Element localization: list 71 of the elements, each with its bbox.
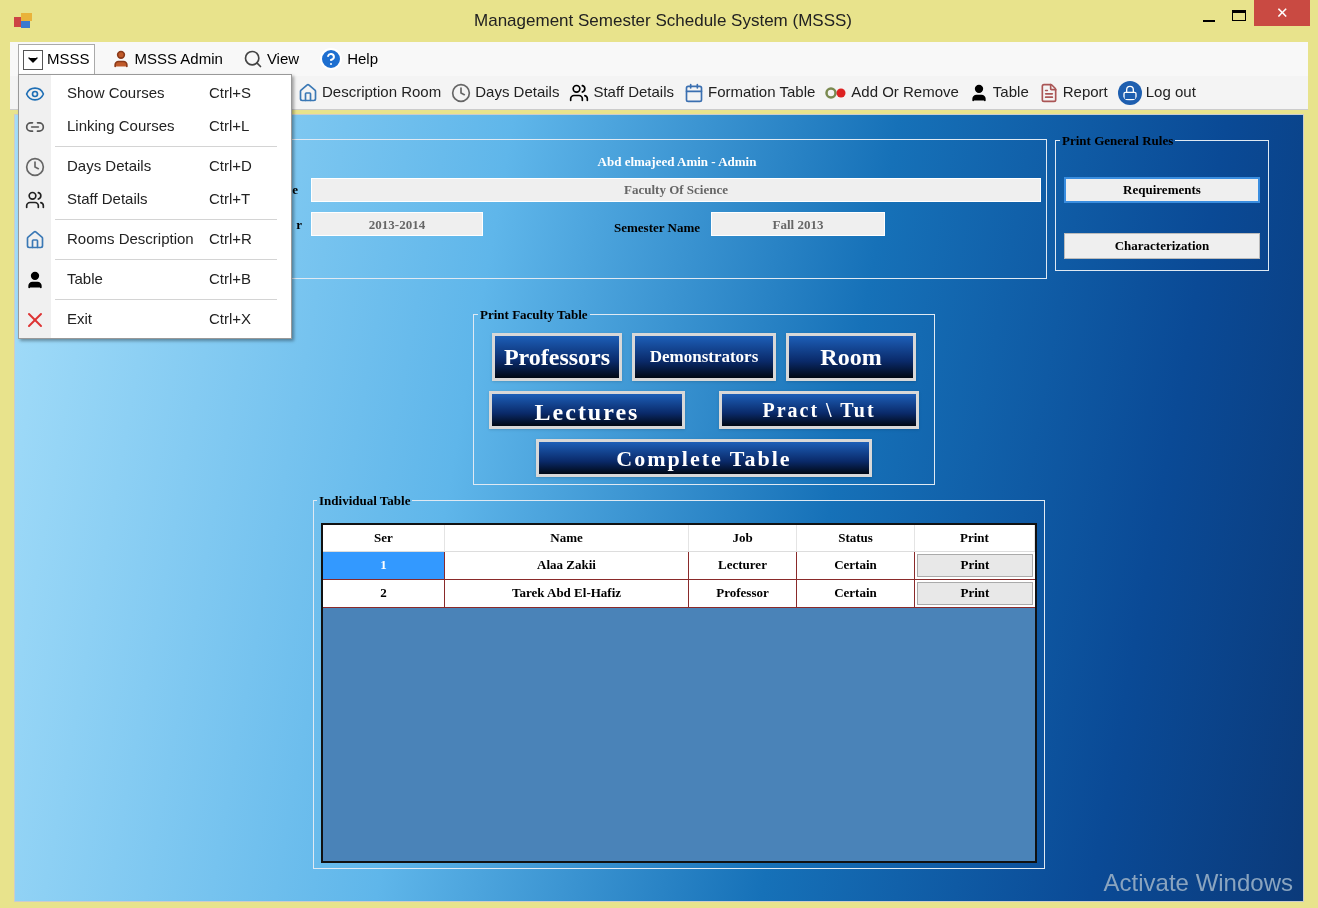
toolbar-button[interactable]: Table [968,81,1029,104]
panel-title: Print General Rules [1061,132,1175,150]
print-rules-button[interactable]: Requirements [1064,176,1260,203]
column-header[interactable]: Job [689,524,797,551]
house-icon [25,229,45,250]
table-cell: Lecturer [689,551,797,579]
toolbar-button[interactable]: Days Details [451,81,560,104]
menu-option[interactable]: Days Details Ctrl+D [19,150,291,183]
menu-option[interactable]: Linking Courses Ctrl+L [19,110,291,143]
table-cell: Professor [689,579,797,607]
toolbar-button[interactable]: Description Room [298,81,442,104]
lock-icon [1117,80,1142,105]
menu-item[interactable]: View [238,44,304,74]
toolbar-button[interactable]: Formation Table [684,81,816,104]
panel-title: Individual Table [318,492,412,510]
print-button[interactable]: Print [917,581,1033,605]
table-cell: Certain [797,551,915,579]
print-rules-button[interactable]: Characterization [1064,232,1260,259]
dropdown-icon [23,49,43,70]
menu-option[interactable]: Exit Ctrl+X [19,303,291,336]
semester-label: Semester Name [614,218,701,237]
app-icon [14,13,32,29]
print-table-button[interactable]: Professors [492,332,622,381]
column-header[interactable]: Print [915,524,1035,551]
user-name: Abd elmajeed Amin - Admin [596,153,758,171]
toolbar-button[interactable]: Add Or Remove [825,81,959,104]
field-label: r [295,215,302,234]
menu-option[interactable]: Staff Details Ctrl+T [19,183,291,216]
menu-item[interactable]: MSSS [18,44,95,74]
table-cell: Certain [797,579,915,607]
house-icon [298,82,318,103]
close-button[interactable]: ✕ [1254,0,1310,26]
print-table-button[interactable]: Complete Table [536,438,872,477]
print-table-button[interactable]: Demonstrators [632,332,776,381]
print-table-button[interactable]: Pract \ Tut [719,390,919,429]
semester-field: Fall 2013 [711,212,886,237]
calendar-icon [684,82,705,103]
menu-option[interactable]: Rooms Description Ctrl+R [19,223,291,256]
toolbar-button[interactable]: Staff Details [569,81,675,104]
person-icon [25,269,45,290]
table-cell: 1 [323,551,445,579]
panel-title: Print Faculty Table [479,306,589,324]
column-header[interactable]: Name [445,524,689,551]
people-icon [569,82,590,103]
print-table-button[interactable]: Room [786,332,916,381]
people-icon [25,189,45,210]
menu-option[interactable]: Show Courses Ctrl+S [19,77,291,110]
menu-option[interactable]: Table Ctrl+B [19,263,291,296]
faculty-field: Faculty Of Science [311,177,1041,202]
toolbar-button[interactable]: Report [1038,81,1108,104]
toolbar-button[interactable]: Log out [1117,80,1196,105]
clock-icon [25,156,45,177]
menu-item[interactable]: Help [315,44,382,74]
clock-icon [451,82,472,103]
year-field: 2013-2014 [311,212,483,237]
print-button[interactable]: Print [917,553,1033,577]
table-row[interactable]: 2 Tarek Abd El-Hafiz Professor Certain Print [323,579,1035,608]
table-cell: 2 [323,579,445,607]
activation-notice: Activate Windows [1103,868,1293,898]
table-cell: Alaa Zakii [445,551,689,579]
column-header[interactable]: Ser [323,524,445,551]
menu-item[interactable]: MSSS Admin [106,44,227,74]
help-icon [319,47,344,71]
column-header[interactable]: Status [797,524,915,551]
table-row[interactable]: 1 Alaa Zakii Lecturer Certain Print [323,551,1035,580]
field-label: e [291,180,298,199]
rings-icon [825,86,848,99]
print-table-button[interactable]: Lectures [489,390,685,429]
table-cell: Tarek Abd El-Hafiz [445,579,689,607]
window-title: Management Semester Schedule System (MSSS) [474,10,852,33]
search-icon [242,49,263,69]
